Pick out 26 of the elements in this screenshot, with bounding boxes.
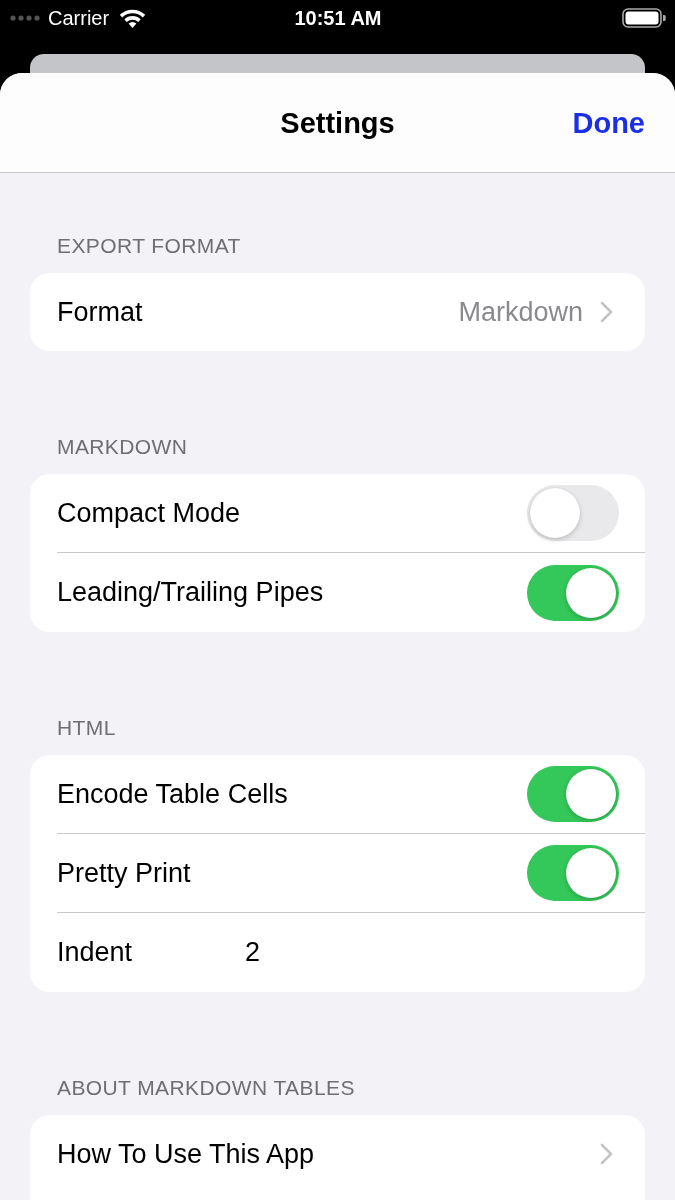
toggle-switch[interactable]	[527, 485, 619, 541]
number-field[interactable]: 2	[245, 937, 261, 968]
setting-label: Indent	[57, 937, 134, 968]
done-button[interactable]: Done	[572, 105, 645, 140]
chevron-icon	[600, 1143, 613, 1165]
section-header: EXPORT FORMAT	[56, 234, 242, 258]
disclosure-row[interactable]: How To Use This App	[30, 1115, 645, 1193]
selected-value: Markdown	[458, 296, 583, 328]
setting-label: Pretty Print	[57, 857, 191, 889]
sheet-title: Settings	[280, 105, 395, 140]
toggle-switch[interactable]	[527, 845, 619, 901]
setting-label: Compact Mode	[57, 497, 241, 529]
section-header: MARKDOWN	[56, 435, 189, 459]
status-time: 10:51 AM	[294, 6, 382, 30]
toggle-switch[interactable]	[527, 766, 619, 822]
setting-label: Encode Table Cells	[57, 778, 288, 810]
carrier-name: Carrier	[48, 6, 110, 30]
disclosure-row[interactable]: Format Markdown	[30, 273, 645, 351]
section-header: ABOUT MARKDOWN TABLES	[56, 1076, 356, 1100]
setting-label: Leading/Trailing Pipes	[57, 577, 324, 608]
battery-icon	[622, 8, 666, 28]
chevron-icon	[600, 301, 613, 323]
signal-dots-icon	[10, 15, 40, 21]
wifi-icon	[119, 8, 147, 28]
toggle-switch[interactable]	[527, 564, 619, 621]
section-header: HTML	[56, 716, 117, 740]
